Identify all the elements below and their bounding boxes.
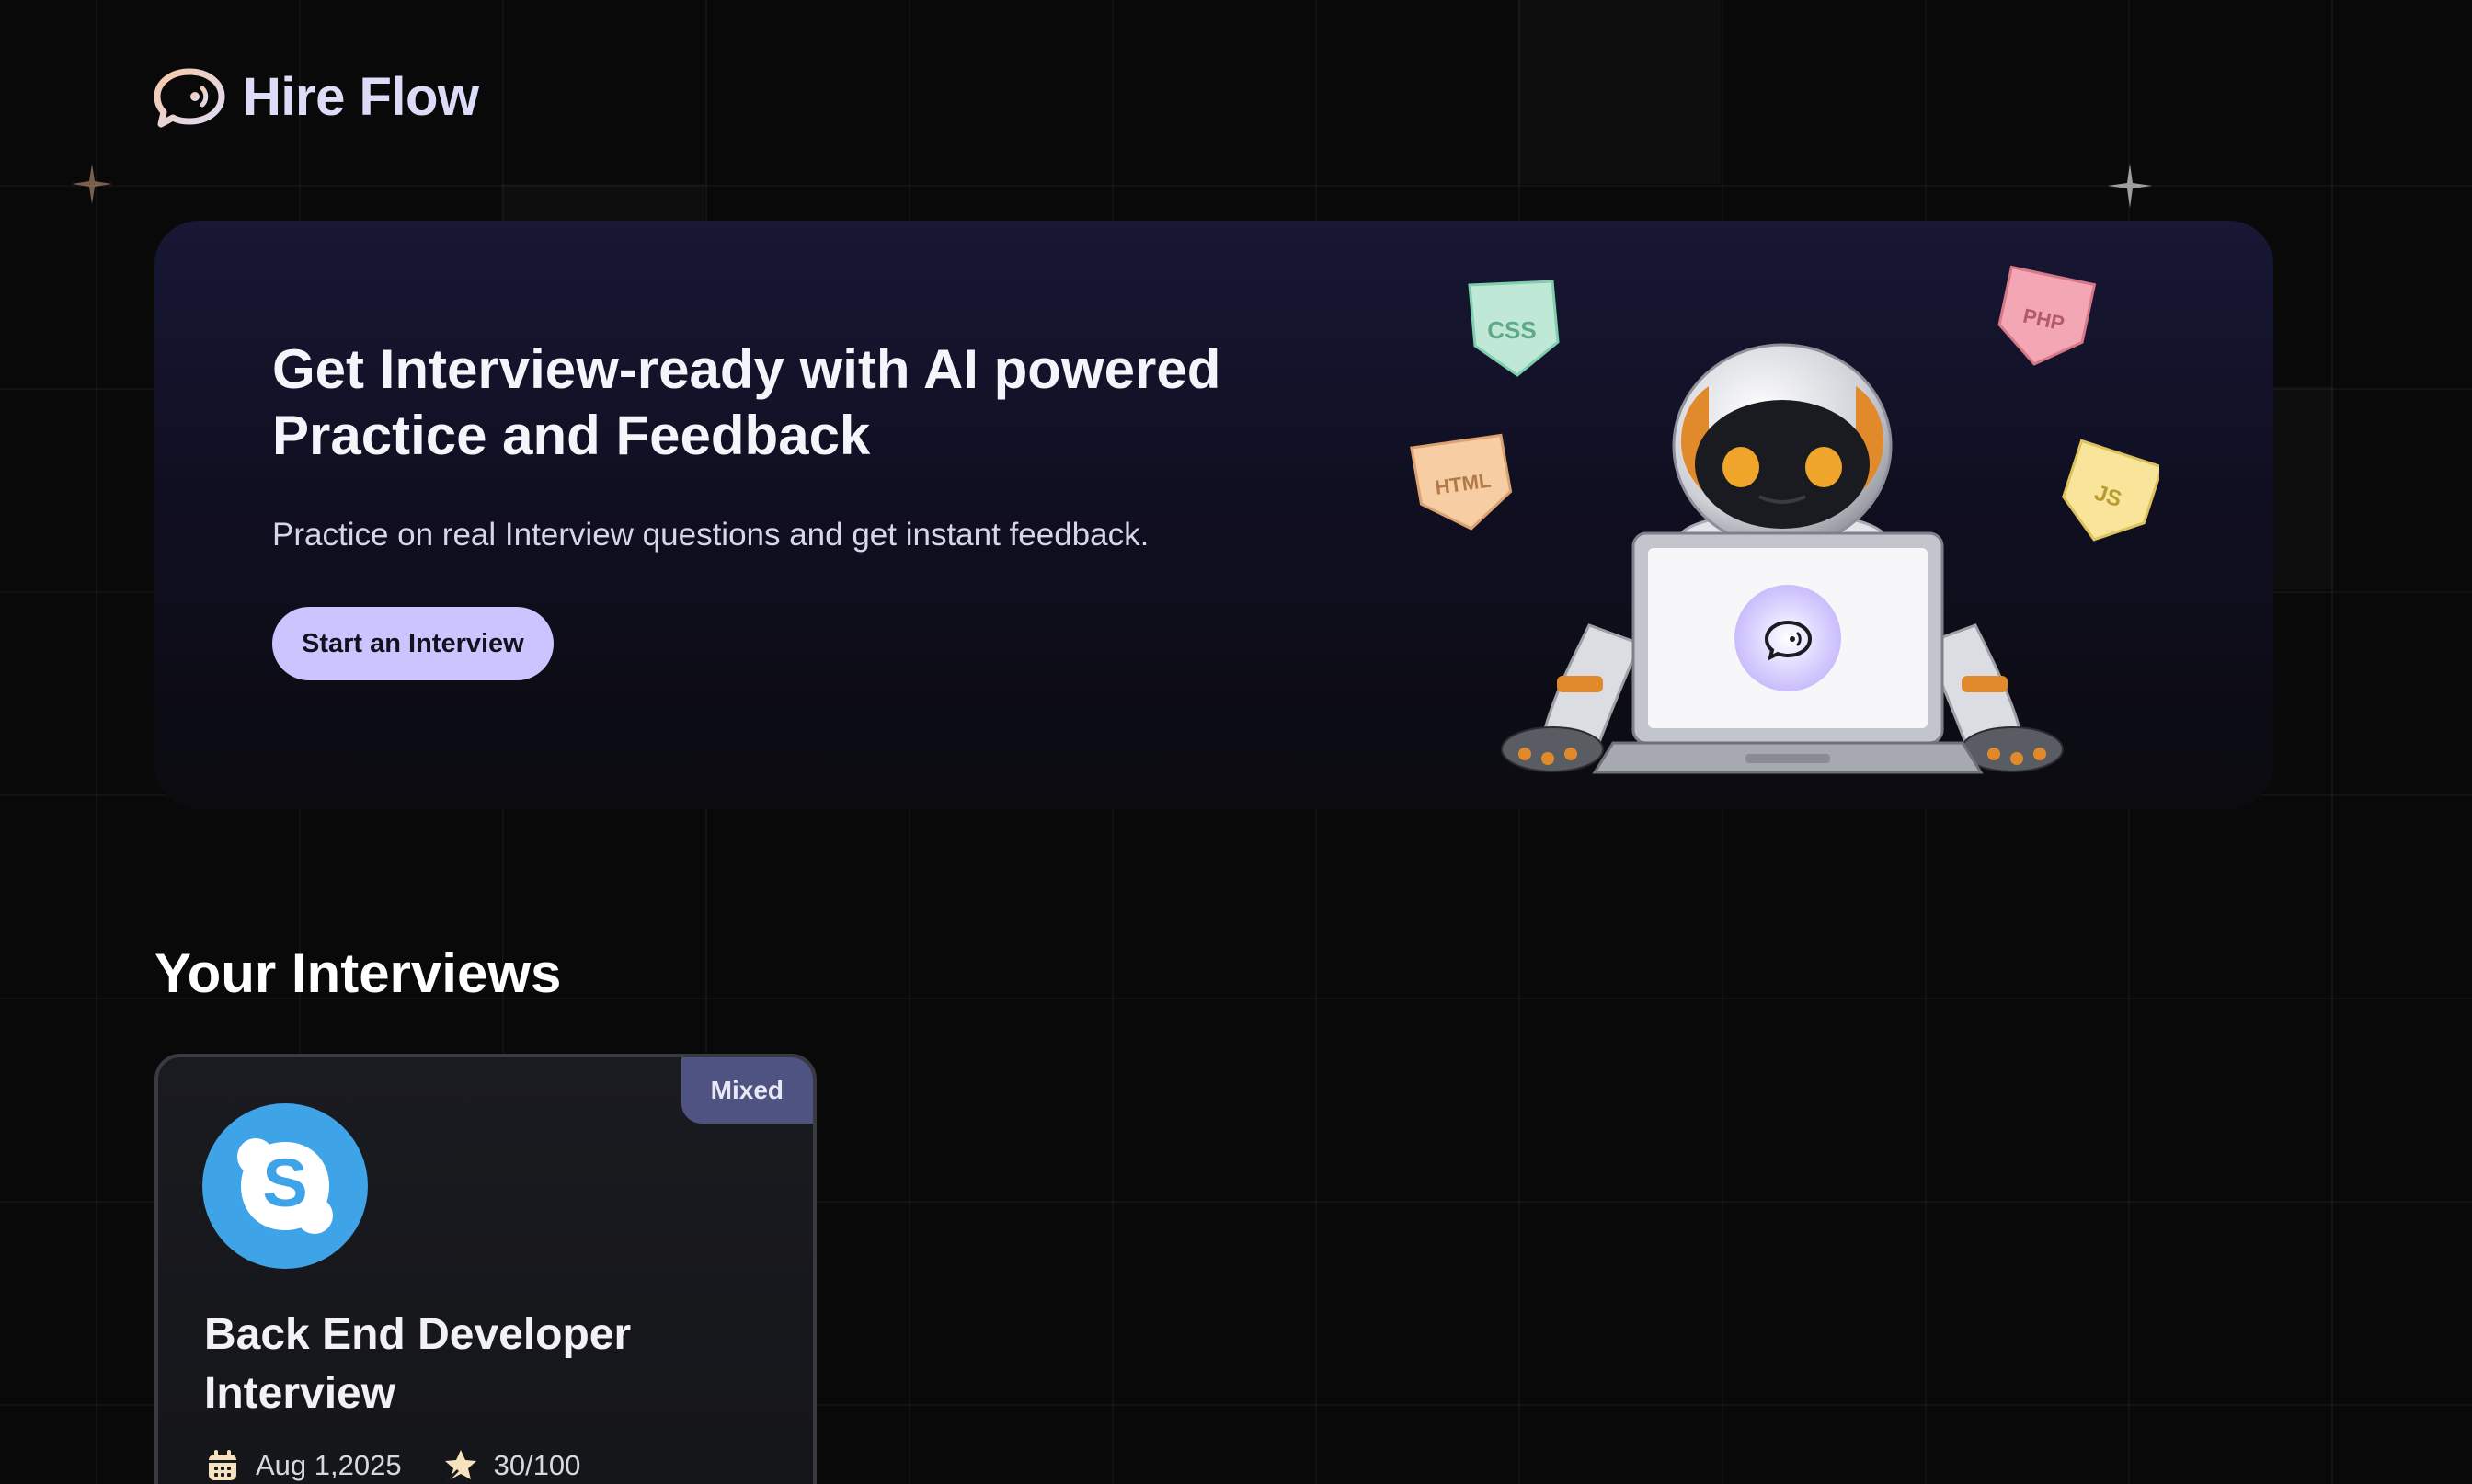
star-icon (444, 1450, 476, 1482)
hero-title: Get Interview-ready with AI powered Prac… (272, 338, 1221, 466)
calendar-icon (209, 1450, 236, 1480)
sparkle-icon (2108, 164, 2152, 208)
brand-home-link[interactable]: Hire Flow (154, 66, 479, 128)
robot-laptop-illustration: CSS PHP HTML JS (1410, 265, 2159, 774)
svg-text:S: S (262, 1145, 307, 1221)
html-badge-icon: HTML (1410, 433, 1513, 531)
brand-name: Hire Flow (243, 67, 479, 127)
css-badge-icon: CSS (1468, 280, 1560, 377)
skype-icon: S (202, 1103, 368, 1269)
section-title: Your Interviews (154, 942, 562, 1004)
interview-date-text: Aug 1,2025 (256, 1449, 402, 1481)
background-grid-tile (501, 184, 704, 221)
interview-card[interactable]: Mixed S Back End Developer Interview Aug… (154, 1054, 817, 1484)
page: Hire Flow Get Interview-ready with AI po… (0, 0, 2472, 1484)
background-grid-tile (2273, 386, 2334, 589)
php-badge-icon: PHP (1997, 265, 2097, 366)
interview-type-badge: Mixed (681, 1057, 813, 1124)
interview-score-text: 30/100 (493, 1449, 581, 1481)
start-interview-button[interactable]: Start an Interview (272, 607, 554, 680)
interview-score: 30/100 (442, 1447, 581, 1484)
sparkle-icon (72, 164, 112, 204)
background-grid-tile (1517, 0, 1721, 184)
interview-title: Back End Developer Interview (204, 1310, 632, 1418)
hero-subtitle: Practice on real Interview questions and… (272, 517, 1150, 553)
interview-date: Aug 1,2025 (204, 1447, 402, 1484)
js-badge-icon: JS (2062, 439, 2159, 542)
interview-meta: Aug 1,2025 30/100 (204, 1447, 580, 1484)
chat-bubble-sound-icon (154, 68, 225, 127)
svg-text:CSS: CSS (1487, 316, 1536, 344)
hero-banner: Get Interview-ready with AI powered Prac… (154, 221, 2273, 809)
